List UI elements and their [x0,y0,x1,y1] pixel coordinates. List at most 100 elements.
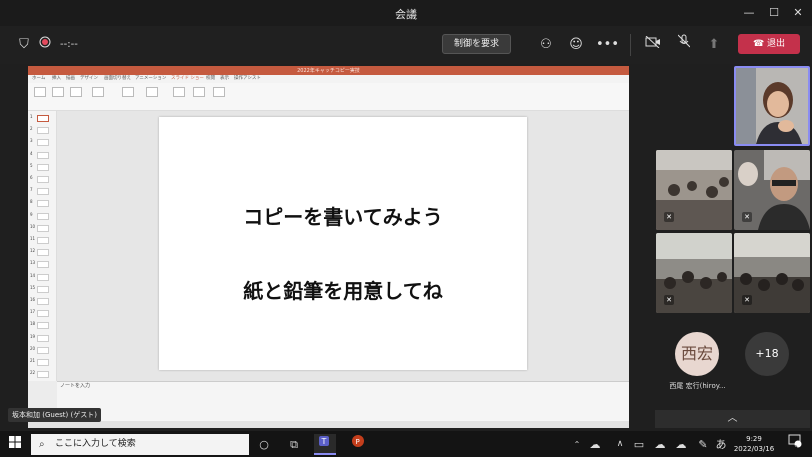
ppt-title-bar: 2022年キャッチコピー実技 [28,66,629,75]
ppt-status-bar [28,421,629,428]
onedrive-icon[interactable]: ☁ [649,434,671,455]
network-icon[interactable]: ▭ [628,434,650,455]
slide-thumbnail[interactable] [37,139,49,147]
presenter-label: 坂本和加 (Guest) (ゲスト) [8,408,101,422]
slide-thumbnail[interactable] [37,371,49,379]
ribbon-button[interactable] [213,87,225,97]
close-button[interactable]: ✕ [787,4,809,22]
ppt-tab[interactable]: デザイン [80,75,98,81]
slide-thumbnail[interactable] [37,224,49,232]
slide-thumbnail-number: 21 [30,358,36,363]
participant-video-tile[interactable]: ✕ [734,233,810,313]
slide-thumbnail[interactable] [37,151,49,159]
ppt-tab[interactable]: アニメーション [135,75,166,81]
slide-thumbnail[interactable] [37,115,49,122]
ppt-tab[interactable]: 校閲 [206,75,215,81]
slide-thumbnail[interactable] [37,285,49,293]
slide-thumbnail-number: 1 [30,114,33,119]
share-screen-icon[interactable]: ⬆ [703,34,725,56]
ribbon-button[interactable] [122,87,134,97]
more-icon[interactable]: ••• [596,34,619,56]
ppt-tab[interactable]: 表示 [220,75,229,81]
request-control-button[interactable]: 制御を要求 [442,34,511,54]
notification-count: 2 [794,445,798,452]
call-timer: --:-- [60,39,78,50]
slide-thumbnail[interactable] [37,176,49,183]
leave-button[interactable]: ☎ 退出 [738,34,800,54]
camera-off-icon[interactable] [642,34,664,56]
slide-thumbnail[interactable] [37,237,49,244]
slide-thumbnail-number: 3 [30,138,33,144]
slide-thumbnail[interactable] [37,322,49,330]
slide-thumbnail-number: 9 [30,211,33,217]
ppt-ribbon-tabs: ホーム 挿入 描画 デザイン 画面切り替え アニメーション スライド ショー 校… [28,75,629,83]
ribbon-button[interactable] [70,87,82,97]
ribbon-button[interactable] [146,87,158,97]
weather-icon[interactable]: ☁ [584,434,606,455]
svg-text:T: T [321,437,327,446]
slide-thumbnail[interactable] [37,346,49,354]
slide-thumbnail[interactable] [37,188,49,196]
phone-icon: ☎ [752,39,768,49]
taskbar-search-input[interactable]: ⌕ ここに入力して検索 [31,434,249,455]
minimize-button[interactable]: — [738,4,760,22]
slide-thumbnail[interactable] [37,212,49,220]
title-bar: 会議 — ☐ ✕ [0,0,812,26]
ppt-tab[interactable]: ホーム [32,75,45,81]
window-title: 会議 [395,8,417,21]
slide-thumbnail[interactable] [37,359,49,366]
ppt-tab-active[interactable]: スライド ショー [171,75,204,81]
slide-thumbnail[interactable] [37,200,49,208]
task-view-icon[interactable]: ⧉ [283,434,305,455]
current-slide[interactable]: コピーを書いてみよう 紙と鉛筆を用意してね [159,117,527,370]
slide-thumbnail[interactable] [37,273,49,281]
slide-thumbnail[interactable] [37,310,49,318]
mic-muted-icon: ✕ [742,212,752,222]
participant-avatar[interactable]: 西宏 [675,332,719,376]
clock-date: 2022/03/16 [733,445,775,453]
powerpoint-app-icon[interactable]: P [347,434,369,455]
self-video-tile[interactable] [734,66,810,146]
slide-thumbnail[interactable] [37,261,49,269]
chevron-up-icon: ︿ [727,413,738,424]
teams-app-icon[interactable]: T [314,434,336,455]
slide-thumbnail-number: 5 [30,162,33,168]
slide-thumbnail[interactable] [37,163,49,171]
search-placeholder: ここに入力して検索 [55,439,136,449]
slide-thumbnail[interactable] [37,298,49,305]
system-clock[interactable]: 9:29 2022/03/16 [728,434,780,454]
ribbon-button[interactable] [34,87,46,97]
participants-icon[interactable]: ⚇ [535,34,557,56]
mic-muted-icon: ✕ [664,212,674,222]
participant-video-tile[interactable]: ✕ [734,150,810,230]
ppt-tab[interactable]: 描画 [66,75,75,81]
notes-pane[interactable]: ノートを入力 [57,381,629,421]
slide-thumbnail[interactable] [37,127,49,135]
onedrive-alert-icon[interactable]: ☁ [670,434,692,455]
ribbon-button[interactable] [52,87,64,97]
cortana-icon[interactable]: ○ [253,434,275,455]
maximize-button[interactable]: ☐ [763,4,785,22]
ribbon-button[interactable] [92,87,104,97]
ppt-tab[interactable]: 画面切り替え [104,75,131,81]
slide-thumbnail[interactable] [37,249,49,257]
collapse-gallery-button[interactable]: ︿ [655,410,810,428]
participant-video-tile[interactable]: ✕ [656,150,732,230]
windows-start-icon[interactable] [4,434,26,455]
meeting-toolbar: ⛉ --:-- 制御を要求 ⚇ ☺ ••• ⬆ ☎ 退出 [0,26,812,64]
participant-video-tile[interactable]: ✕ [656,233,732,313]
slide-thumbnail-number: 8 [30,199,33,205]
svg-text:P: P [356,438,360,446]
toolbar-divider [630,34,631,56]
participant-name: 西尾 宏行(hiroy... [669,382,726,390]
slide-thumbnail-number: 11 [30,236,36,241]
ppt-tab[interactable]: 挿入 [52,75,61,81]
mic-off-icon[interactable] [673,34,695,56]
reactions-icon[interactable]: ☺ [565,34,587,56]
ppt-tab[interactable]: 操作アシスト [234,75,261,81]
slide-thumbnail-number: 15 [30,284,36,290]
ribbon-button[interactable] [173,87,185,97]
slide-thumbnail[interactable] [37,334,49,342]
ribbon-button[interactable] [193,87,205,97]
more-participants-button[interactable]: +18 [745,332,789,376]
